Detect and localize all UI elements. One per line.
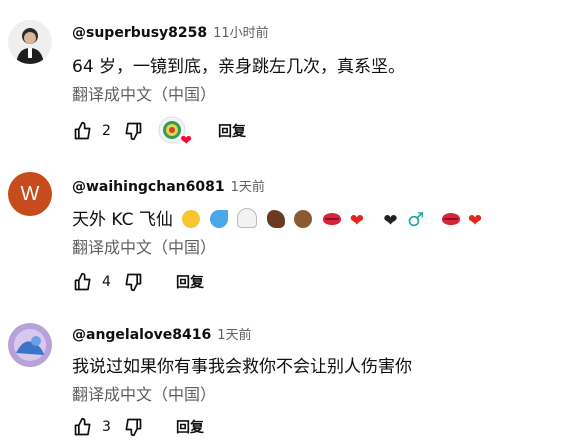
channel-handle[interactable]: @waihingchan6081 — [72, 179, 225, 195]
like-count: 4 — [102, 274, 111, 290]
like-count: 3 — [102, 419, 111, 435]
avatar[interactable] — [8, 20, 52, 64]
like-icon[interactable] — [72, 416, 94, 438]
dislike-icon[interactable] — [122, 271, 144, 293]
comment-header: @superbusy8258 11小时前 — [72, 22, 269, 41]
comment-header: @angelalove8416 1天前 — [72, 324, 251, 343]
like-icon[interactable] — [72, 271, 94, 293]
dislike-icon[interactable] — [122, 120, 144, 142]
channel-handle[interactable]: @superbusy8258 — [72, 25, 207, 41]
translate-link[interactable]: 翻译成中文（中国） — [72, 81, 216, 105]
black-heart-icon: ❤ — [383, 211, 398, 231]
red-heart-icon: ❤ — [349, 211, 364, 231]
red-heart-icon: ❤ — [467, 211, 483, 231]
comment-text: 64 岁，一镜到底，亲身跳左几次，真系坚。 — [72, 57, 406, 77]
like-icon[interactable] — [72, 120, 94, 142]
like-count: 2 — [102, 123, 111, 139]
bearded-person-icon — [293, 210, 312, 228]
sweat-drops-icon — [209, 210, 228, 228]
translate-link[interactable]: 翻译成中文（中国） — [72, 381, 216, 405]
comment-text: 天外 KC 飞仙 — [72, 210, 173, 230]
translate-link[interactable]: 翻译成中文（中国） — [72, 234, 216, 258]
avatar[interactable] — [8, 323, 52, 367]
comment-text: 我说过如果你有事我会救你不会让别人伤害你 — [72, 357, 412, 377]
comment-header: @waihingchan6081 1天前 — [72, 176, 265, 195]
creator-heart-badge: ❤ — [158, 116, 192, 149]
heart-icon: ❤ — [180, 133, 192, 149]
avatar-letter: W — [20, 182, 40, 205]
comment-actions: 2 ❤ 回复 — [72, 116, 246, 149]
comment-text-row: 天外 KC 飞仙 ❤ ❤ ♂ ❤ — [72, 205, 482, 231]
reply-button[interactable]: 回复 — [218, 121, 246, 141]
comment-timestamp[interactable]: 1天前 — [217, 324, 251, 343]
reply-button[interactable]: 回复 — [176, 417, 204, 437]
lips-icon — [441, 213, 460, 225]
male-sign-icon: ♂ — [407, 209, 425, 231]
reply-button[interactable]: 回复 — [176, 272, 204, 292]
channel-handle[interactable]: @angelalove8416 — [72, 327, 211, 343]
ghost-icon — [237, 208, 258, 228]
comment-timestamp[interactable]: 11小时前 — [213, 22, 269, 41]
flexed-biceps-icon — [266, 210, 285, 228]
comment-timestamp[interactable]: 1天前 — [231, 176, 265, 195]
dislike-icon[interactable] — [122, 416, 144, 438]
rolling-laughing-icon — [182, 210, 201, 228]
comment-actions: 4 回复 — [72, 268, 204, 296]
comment-actions: 3 回复 — [72, 413, 204, 441]
lips-icon — [323, 213, 342, 225]
avatar[interactable]: W — [8, 172, 52, 216]
